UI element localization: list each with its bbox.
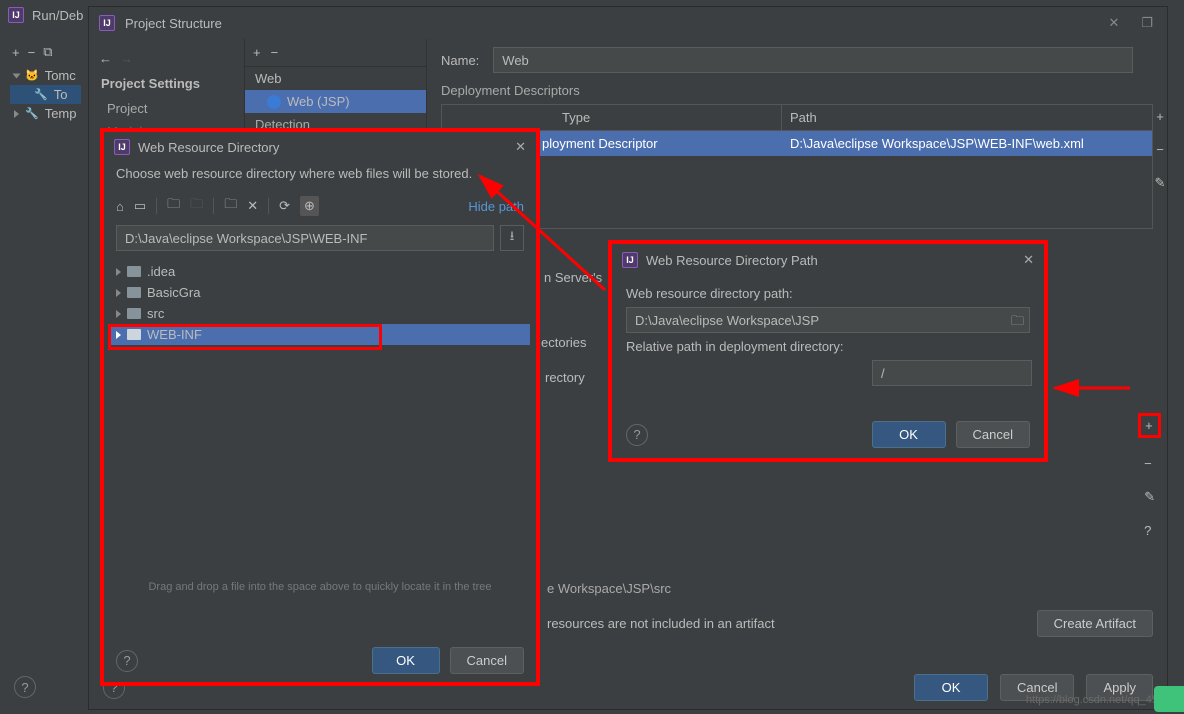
close-icon[interactable]: ✕ — [515, 139, 526, 155]
nav-project[interactable]: Project — [89, 97, 244, 120]
mid-web-jsp[interactable]: Web (JSP) — [245, 90, 426, 113]
help-icon[interactable]: ? — [14, 676, 36, 698]
edit-icon[interactable]: ✎ — [1138, 489, 1161, 505]
resource-path-dialog: IJ Web Resource Directory Path ✕ Web res… — [608, 240, 1048, 462]
wr-ops: + − ✎ ? — [1138, 413, 1161, 538]
rel-path-label: Relative path in deployment directory: — [626, 339, 1030, 354]
folder-new-icon[interactable]: 🗀 — [190, 195, 203, 217]
tree-item-basicgra[interactable]: BasicGra — [110, 282, 530, 303]
close-icon[interactable]: ✕ — [1100, 11, 1127, 35]
col-type: Type — [442, 105, 782, 130]
cancel-button[interactable]: Cancel — [956, 421, 1030, 448]
tomcat-icon: 🐱 — [25, 69, 39, 82]
help-icon[interactable]: ? — [626, 424, 648, 446]
new-folder-icon[interactable]: 🗀 — [224, 195, 237, 217]
wrench-icon: 🔧 — [34, 88, 48, 101]
chevron-right-icon[interactable] — [116, 289, 121, 297]
minus-icon[interactable]: − — [28, 45, 36, 60]
ps-title-text: Project Structure — [125, 16, 222, 31]
home-icon[interactable]: ⌂ — [116, 199, 124, 214]
wrd-footer: ? OK Cancel — [104, 647, 536, 674]
wrd-toolbar: ⌂ ▭ 🗀 🗀 🗀 ✕ ⟳ ⊕ Hide path — [104, 191, 536, 221]
wrd-title-text: Web Resource Directory — [138, 140, 279, 155]
dd-row[interactable]: ployment Descriptor D:\Java\eclipse Work… — [442, 131, 1152, 156]
ps-nav-head: Project Settings — [89, 70, 244, 97]
bg-title: Run/Deb — [32, 8, 83, 23]
col-path: Path — [782, 105, 1152, 130]
globe-icon — [267, 95, 281, 109]
refresh-icon[interactable]: ⟳ — [279, 198, 290, 214]
plus-icon[interactable]: + — [12, 45, 20, 60]
plus-icon[interactable]: + — [1138, 413, 1161, 438]
back-icon[interactable]: ← — [99, 51, 112, 66]
minus-icon[interactable]: − — [271, 45, 279, 60]
rel-path-input[interactable] — [872, 360, 1032, 386]
watermark: https://blog.csdn.net/qq_45 — [1026, 694, 1158, 706]
tree-item-src[interactable]: src — [110, 303, 530, 324]
close-icon[interactable]: ✕ — [1023, 252, 1034, 268]
ok-button[interactable]: OK — [372, 647, 440, 674]
web-resource-dir-dialog: IJ Web Resource Directory ✕ Choose web r… — [100, 128, 540, 686]
name-label: Name: — [441, 53, 479, 68]
bg-tree: 🐱Tomc 🔧To 🔧Temp — [10, 66, 81, 123]
name-input[interactable] — [493, 47, 1133, 73]
bg-toolbar: + − ⧉ — [0, 40, 88, 64]
wrd-hint: Drag and drop a file into the space abov… — [104, 581, 536, 593]
ide-icon: IJ — [99, 15, 115, 31]
history-icon[interactable]: ⭳ — [500, 225, 524, 251]
minus-icon[interactable]: − — [1138, 456, 1161, 471]
path-label: Web resource directory path: — [626, 286, 1030, 301]
plus-icon[interactable]: + — [1150, 109, 1170, 124]
create-artifact-button[interactable]: Create Artifact — [1037, 610, 1153, 637]
desktop-icon[interactable]: ▭ — [134, 198, 146, 214]
dir-path-input[interactable] — [626, 307, 1030, 333]
show-hidden-icon[interactable]: ⊕ — [300, 196, 319, 216]
hide-path-link[interactable]: Hide path — [468, 199, 524, 214]
copy-icon[interactable]: ⧉ — [43, 44, 52, 60]
help-icon[interactable]: ? — [1138, 523, 1161, 538]
browse-icon[interactable]: 🗀 — [1011, 312, 1024, 334]
mid-web[interactable]: Web — [245, 67, 426, 90]
dd-label: Deployment Descriptors — [441, 83, 1153, 98]
wrd-message: Choose web resource directory where web … — [104, 162, 536, 191]
tree-item-idea[interactable]: .idea — [110, 261, 530, 282]
forward-icon[interactable]: → — [120, 51, 133, 66]
chevron-down-icon[interactable] — [13, 73, 21, 78]
dd-ops: + − ✎ — [1150, 109, 1170, 191]
minus-icon[interactable]: − — [1150, 142, 1170, 157]
path-input[interactable] — [116, 225, 494, 251]
src-root: e Workspace\JSP\src — [441, 581, 1153, 596]
plus-icon[interactable]: + — [253, 45, 261, 60]
pth-title-text: Web Resource Directory Path — [646, 253, 818, 268]
restore-icon[interactable]: ❐ — [1137, 11, 1157, 35]
cancel-button[interactable]: Cancel — [450, 647, 524, 674]
chevron-right-icon[interactable] — [14, 110, 19, 118]
ide-icon: IJ — [8, 7, 24, 23]
folder-icon[interactable]: 🗀 — [167, 195, 180, 217]
ps-titlebar: IJ Project Structure ✕ ❐ — [89, 7, 1167, 39]
dd-grid: Type Path ployment Descriptor D:\Java\ec… — [441, 104, 1153, 229]
wrench-icon: 🔧 — [25, 107, 39, 120]
pth-footer: ? OK Cancel — [612, 421, 1044, 448]
help-icon[interactable]: ? — [116, 650, 138, 672]
delete-icon[interactable]: ✕ — [247, 198, 258, 214]
folder-icon — [127, 308, 141, 319]
folder-icon — [127, 287, 141, 298]
corner-badge — [1154, 686, 1184, 712]
ide-icon: IJ — [114, 139, 130, 155]
ok-button[interactable]: OK — [914, 674, 988, 701]
highlight-box — [108, 324, 382, 350]
folder-icon — [127, 266, 141, 277]
chevron-right-icon[interactable] — [116, 268, 121, 276]
ide-icon: IJ — [622, 252, 638, 268]
chevron-right-icon[interactable] — [116, 310, 121, 318]
ok-button[interactable]: OK — [872, 421, 946, 448]
edit-icon[interactable]: ✎ — [1150, 175, 1170, 191]
